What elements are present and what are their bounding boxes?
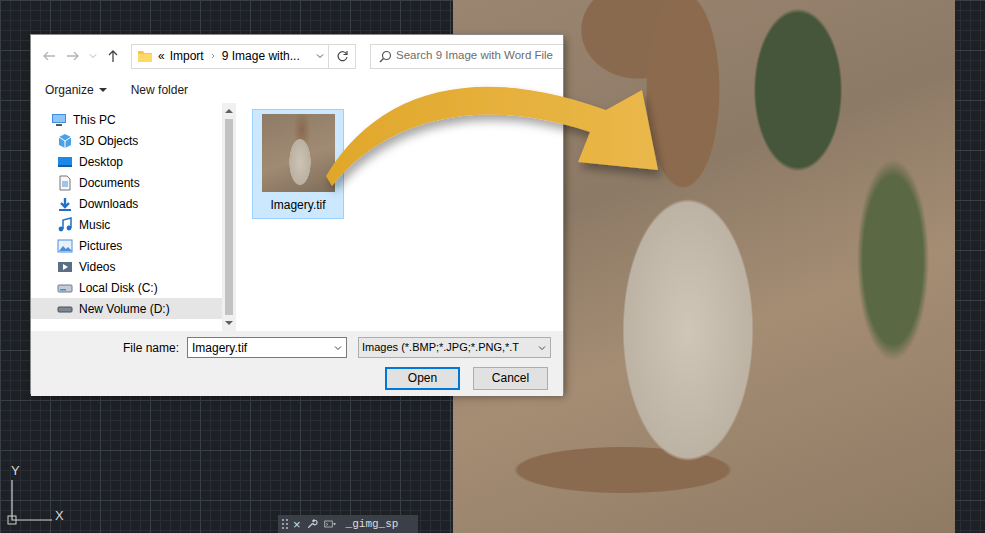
navigation-item[interactable]: Videos <box>31 256 222 277</box>
cancel-button[interactable]: Cancel <box>473 367 548 390</box>
back-icon[interactable] <box>39 46 59 66</box>
close-button[interactable]: × <box>293 518 301 531</box>
file-name-dropdown-icon[interactable] <box>329 338 346 357</box>
scroll-down-icon[interactable] <box>225 321 233 325</box>
navigation-label: Pictures <box>79 237 122 255</box>
toolbar-label: New folder <box>131 81 188 99</box>
file-list: Imagery.tif <box>236 103 563 331</box>
navigation-label: Documents <box>79 174 140 192</box>
downloads-icon <box>57 196 73 212</box>
navigation-item[interactable]: Documents <box>31 172 222 193</box>
drawing-canvas[interactable]: « Import 9 Image with... Organize New folde… <box>0 0 985 533</box>
file-thumbnail <box>262 114 335 192</box>
navigation-pane: This PC 3D Objects Desktop Documents Downloa… <box>31 103 236 331</box>
documents-icon <box>57 175 73 191</box>
computer-icon <box>51 112 67 128</box>
navigation-item[interactable]: 3D Objects <box>31 130 222 151</box>
breadcrumb: « Import 9 Image with... <box>132 47 312 65</box>
console-icon[interactable] <box>323 518 337 530</box>
address-row: « Import 9 Image with... <box>31 35 563 77</box>
scrollbar[interactable] <box>222 103 236 331</box>
refresh-icon[interactable] <box>328 45 355 68</box>
navigation-label: Music <box>79 216 110 234</box>
navigation-item[interactable]: Pictures <box>31 235 222 256</box>
address-bar[interactable]: « Import 9 Image with... <box>131 44 356 69</box>
toolbar-item[interactable]: Organize <box>45 81 107 99</box>
desktop-icon <box>57 154 73 170</box>
navigation-label: Downloads <box>79 195 138 213</box>
navigation-label: Videos <box>79 258 115 276</box>
file-name-input[interactable] <box>188 339 329 357</box>
objects-icon <box>57 133 73 149</box>
pointer-arrow <box>0 0 985 533</box>
folder-icon <box>137 49 153 63</box>
file-name-label: File name: <box>31 339 181 357</box>
navigation-label: 3D Objects <box>79 132 138 150</box>
ucs-x-label: X <box>55 509 64 522</box>
toolbar-item[interactable]: New folder <box>131 81 188 99</box>
scroll-thumb[interactable] <box>225 119 233 315</box>
recent-chevron-icon[interactable] <box>87 46 99 66</box>
ucs-icon <box>0 460 60 530</box>
up-arrow-icon[interactable] <box>103 46 123 66</box>
file-name-label: Imagery.tif <box>253 196 343 214</box>
breadcrumb-item[interactable]: 9 Image with... <box>222 47 300 65</box>
navigation-label: New Volume (D:) <box>79 300 170 318</box>
navigation-item[interactable]: New Volume (D:) <box>31 298 222 319</box>
file-name-row: File name: Images (*.BMP;*.JPG;*.PNG,*.T <box>31 337 551 358</box>
music-icon <box>57 217 73 233</box>
ucs-y-label: Y <box>11 464 20 477</box>
file-type-combo[interactable]: Images (*.BMP;*.JPG;*.PNG,*.T <box>358 337 551 358</box>
browser-area: This PC 3D Objects Desktop Documents Downloa… <box>31 103 563 331</box>
navigation-item[interactable]: Desktop <box>31 151 222 172</box>
videos-icon <box>57 259 73 275</box>
navigation-item[interactable]: Downloads <box>31 193 222 214</box>
forward-icon[interactable] <box>63 46 83 66</box>
wrench-icon[interactable] <box>306 518 318 530</box>
grip-icon[interactable] <box>282 518 288 530</box>
navigation-label: Local Disk (C:) <box>79 279 158 297</box>
address-dropdown-icon[interactable] <box>312 46 328 66</box>
breadcrumb-overflow[interactable]: « <box>158 47 165 65</box>
pictures-icon <box>57 238 73 254</box>
dialog-buttons: Open Cancel <box>31 367 551 390</box>
scroll-up-icon[interactable] <box>225 109 233 113</box>
search-input[interactable] <box>396 47 563 64</box>
open-file-dialog: « Import 9 Image with... Organize New folde… <box>31 35 563 393</box>
navigation-item[interactable]: This PC <box>31 109 222 130</box>
search-box[interactable] <box>370 44 563 69</box>
breadcrumb-chevron-icon[interactable] <box>209 51 217 61</box>
file-item[interactable]: Imagery.tif <box>252 109 344 219</box>
file-type-value: Images (*.BMP;*.JPG;*.PNG,*.T <box>362 339 533 356</box>
disk-icon <box>57 280 73 296</box>
toolbar-label: Organize <box>45 81 94 99</box>
breadcrumb-item[interactable]: Import <box>170 47 204 65</box>
dialog-footer: File name: Images (*.BMP;*.JPG;*.PNG,*.T… <box>31 331 563 396</box>
search-icon <box>379 50 392 63</box>
file-type-dropdown-icon[interactable] <box>533 338 550 357</box>
dropdown-caret-icon <box>99 88 107 92</box>
navigation-label: Desktop <box>79 153 123 171</box>
navigation-label: This PC <box>73 111 116 129</box>
navigation-item[interactable]: Local Disk (C:) <box>31 277 222 298</box>
command-text: _gimg_sp <box>342 516 399 533</box>
drive-icon <box>57 301 73 317</box>
toolbar: Organize New folder <box>31 77 563 103</box>
open-button[interactable]: Open <box>385 367 460 390</box>
command-line[interactable]: × _gimg_sp <box>278 515 418 533</box>
navigation-list: This PC 3D Objects Desktop Documents Downloa… <box>31 103 222 331</box>
file-name-field[interactable] <box>187 337 347 358</box>
navigation-item[interactable]: Music <box>31 214 222 235</box>
